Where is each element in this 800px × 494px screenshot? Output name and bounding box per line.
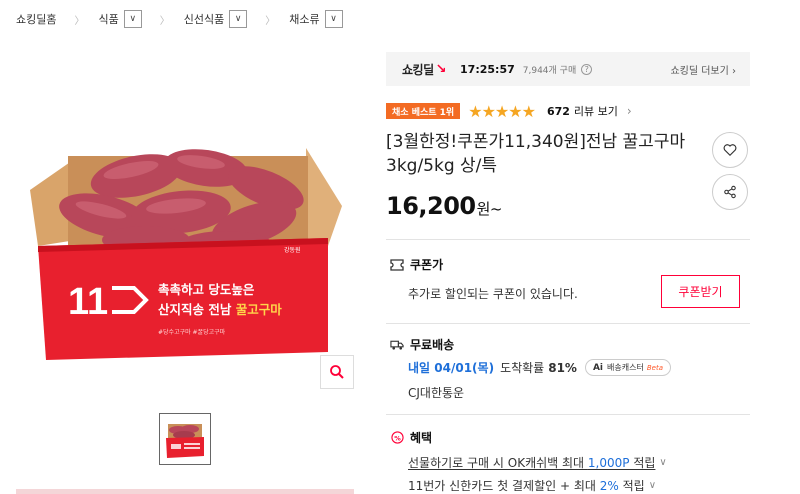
review-count[interactable]: 672 <box>547 105 570 118</box>
deal-bar: 쇼킹딜 ↘ 17:25:57 7,944개 구매 ? 쇼킹딜 더보기 › <box>386 52 750 86</box>
benefit-ok-cashbag[interactable]: 선물하기로 구매 시 OK캐쉬백 최대 1,000P 적립 ∨ <box>408 454 667 471</box>
divider <box>386 323 750 324</box>
coupon-text: 추가로 할인되는 쿠폰이 있습니다. <box>408 287 578 301</box>
chevron-down-icon[interactable]: ∨ <box>123 10 142 28</box>
product-thumbnail[interactable] <box>159 413 211 465</box>
share-icon <box>724 185 736 199</box>
chevron-down-icon[interactable]: ∨ <box>229 10 248 28</box>
box-text-2: 산지직송 전남 <box>158 302 236 317</box>
coupon-heading: 쿠폰가 <box>390 256 443 273</box>
truck-icon <box>390 338 404 352</box>
delivery-estimate: 내일 04/01(목) 도착확률 81% Ai 배송캐스터 Beta <box>408 359 671 376</box>
chevron-right-icon: 〉 <box>265 15 276 27</box>
arrival-prob: 81% <box>548 360 577 375</box>
divider <box>386 239 750 240</box>
help-icon[interactable]: ? <box>581 63 593 75</box>
get-coupon-button[interactable]: 쿠폰받기 <box>661 275 740 308</box>
box-logo: 11 <box>68 281 108 323</box>
shocking-deal-logo[interactable]: 쇼킹딜 ↘ <box>402 61 447 78</box>
thumbnail-image <box>166 424 204 458</box>
zoom-button[interactable] <box>320 355 354 389</box>
product-title: [3월한정!쿠폰가11,340원]전남 꿀고구마 3kg/5kg 상/특 <box>386 132 686 176</box>
magnifier-icon <box>330 365 344 379</box>
svg-text:산지직송 전남 꿀고구마: 산지직송 전남 꿀고구마 <box>158 302 282 317</box>
svg-text:%: % <box>394 434 401 442</box>
box-text-2-highlight: 꿀고구마 <box>236 302 283 317</box>
percent-icon: % <box>390 431 404 445</box>
deal-timer: 17:25:57 <box>460 62 515 76</box>
benefit-shinhan-card[interactable]: 11번가 신한카드 첫 결제할인 + 최대 2% 적립 ∨ <box>408 477 656 494</box>
price-value: 16,200 <box>386 192 476 220</box>
chevron-down-icon: ∨ <box>648 480 657 491</box>
carrier-name: CJ대한통운 <box>408 386 465 400</box>
breadcrumb-cat3[interactable]: 채소류 <box>289 11 319 27</box>
box-tag: #당수고구마 #꿀당고구마 <box>158 328 226 336</box>
image-bottom-strip <box>16 489 354 494</box>
best-badge: 채소 베스트 1위 <box>386 103 461 119</box>
coupon-icon <box>390 258 404 272</box>
box-text-1: 촉촉하고 당도높은 <box>158 282 255 297</box>
deal-purchase-count: 7,944개 구매 <box>522 65 577 76</box>
shipping-heading: 무료배송 <box>390 336 454 353</box>
wishlist-button[interactable] <box>712 132 748 168</box>
ai-delivery-caster-badge[interactable]: Ai 배송캐스터 Beta <box>584 359 671 376</box>
breadcrumb-home[interactable]: 쇼킹딜홈 <box>16 11 56 27</box>
divider <box>386 414 750 415</box>
chevron-down-icon[interactable]: ∨ <box>324 10 343 28</box>
review-link[interactable]: 리뷰 보기 <box>574 103 618 119</box>
star-rating: ★★★★★ <box>468 101 536 121</box>
chevron-right-icon: 〉 <box>74 15 85 27</box>
rating-row: 채소 베스트 1위 ★★★★★ 672 리뷰 보기 › <box>386 101 632 121</box>
deal-logo-mark-icon: ↘ <box>435 61 447 77</box>
chevron-right-icon: 〉 <box>159 15 170 27</box>
chevron-down-icon: ∨ <box>659 457 667 468</box>
price-unit: 원~ <box>476 200 503 218</box>
box-brand: 강동원 <box>284 246 301 254</box>
breadcrumb: 쇼킹딜홈 〉 식품 ∨ 〉 신선식품 ∨ 〉 채소류 ∨ <box>16 8 343 30</box>
product-price: 16,200 원~ <box>386 192 503 220</box>
deal-more-link[interactable]: 쇼킹딜 더보기 › <box>670 62 736 77</box>
chevron-right-icon[interactable]: › <box>627 104 632 118</box>
product-main-image[interactable]: 11 촉촉하고 당도높은 산지직송 전남 꿀고구마 #당수고구마 #꿀당고구마 … <box>16 128 356 380</box>
heart-icon <box>723 144 737 157</box>
breadcrumb-cat1[interactable]: 식품 <box>98 11 118 27</box>
breadcrumb-cat2[interactable]: 신선식품 <box>184 11 224 27</box>
share-button[interactable] <box>712 174 748 210</box>
delivery-date: 내일 04/01(목) <box>408 361 495 375</box>
benefit-heading: % 혜택 <box>390 429 432 446</box>
arrival-prob-label: 도착확률 <box>500 361 545 375</box>
